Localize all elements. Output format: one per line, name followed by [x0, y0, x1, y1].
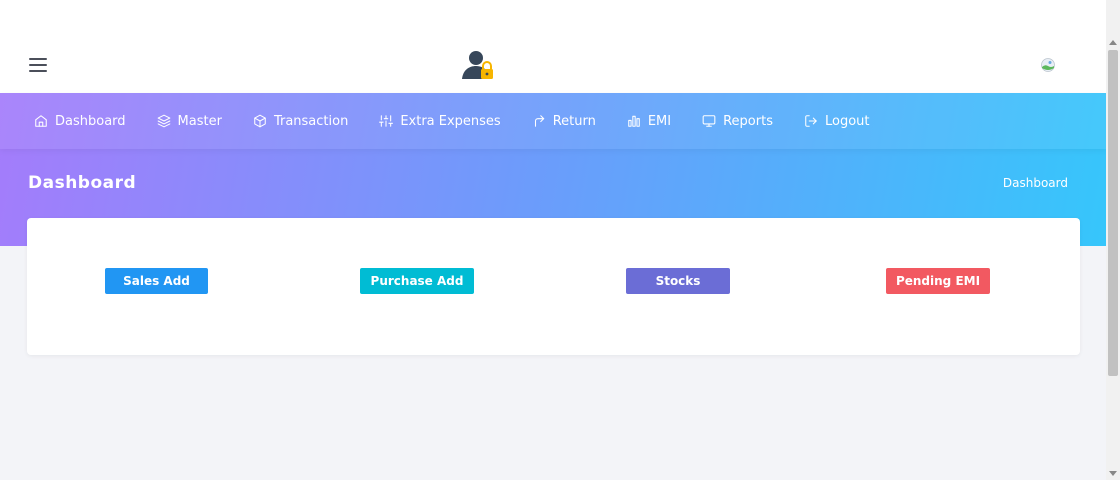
home-icon — [35, 115, 47, 127]
sales-add-button[interactable]: Sales Add — [105, 268, 208, 294]
nav-item-logout[interactable]: Logout — [804, 114, 870, 129]
pending-emi-button[interactable]: Pending EMI — [886, 268, 990, 294]
monitor-icon — [702, 115, 716, 127]
nav-item-master[interactable]: Master — [157, 114, 222, 129]
nav-item-dashboard[interactable]: Dashboard — [34, 114, 126, 129]
nav-item-label: Reports — [723, 113, 773, 129]
nav-item-emi[interactable]: EMI — [627, 114, 671, 129]
profile-avatar-icon[interactable] — [1041, 58, 1055, 72]
user-lock-logo-icon — [462, 51, 493, 79]
nav-item-label: Master — [177, 113, 222, 129]
stocks-button[interactable]: Stocks — [626, 268, 730, 294]
nav-item-label: EMI — [647, 113, 672, 129]
nav-item-label: Transaction — [273, 113, 349, 129]
nav-item-transaction[interactable]: Transaction — [253, 114, 348, 129]
purchase-add-button[interactable]: Purchase Add — [360, 268, 474, 294]
page-title: Dashboard — [28, 173, 137, 193]
scrollbar-thumb[interactable] — [1108, 50, 1118, 376]
return-arrow-icon — [534, 115, 544, 127]
nav-item-label: Logout — [824, 113, 870, 129]
menu-toggle-icon[interactable] — [29, 58, 47, 72]
layers-icon — [157, 114, 170, 128]
box-icon — [254, 114, 266, 128]
nav-item-extra-expenses[interactable]: Extra Expenses — [379, 113, 501, 129]
scroll-up-arrow-icon[interactable] — [1109, 40, 1117, 45]
main-nav: Dashboard Master Transaction Extra Expen… — [0, 93, 1106, 149]
top-header — [0, 0, 1106, 93]
nav-item-label: Dashboard — [55, 113, 126, 129]
sliders-icon — [379, 115, 394, 127]
logout-icon — [805, 115, 817, 127]
scroll-down-arrow-icon[interactable] — [1109, 471, 1117, 476]
nav-item-label: Extra Expenses — [400, 113, 501, 129]
nav-item-reports[interactable]: Reports — [702, 114, 773, 129]
breadcrumb[interactable]: Dashboard — [1003, 176, 1068, 190]
quick-actions-card: Sales Add Purchase Add Stocks Pending EM… — [27, 218, 1080, 355]
bar-chart-icon — [628, 115, 640, 127]
vertical-scrollbar[interactable] — [1106, 0, 1120, 480]
nav-item-label: Return — [552, 113, 596, 129]
nav-item-return[interactable]: Return — [532, 114, 596, 129]
